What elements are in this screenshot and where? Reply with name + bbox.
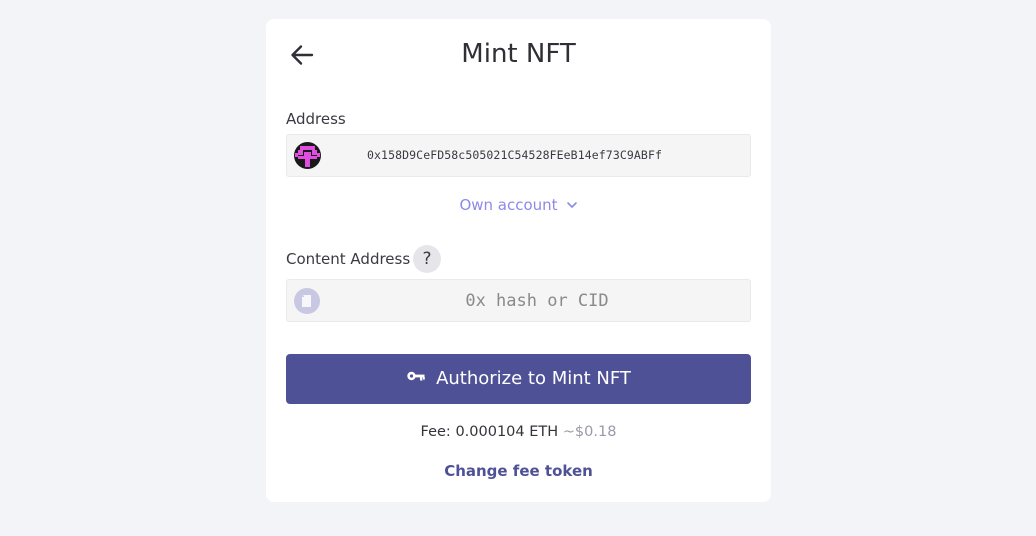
address-label: Address [286, 110, 346, 128]
own-account-label: Own account [459, 196, 558, 214]
authorize-mint-button[interactable]: Authorize to Mint NFT [286, 354, 751, 404]
fee-amount: 0.000104 ETH [455, 424, 559, 440]
content-address-label: Content Address [286, 250, 411, 268]
fee-label: Fee: [420, 424, 451, 440]
address-value: 0x158D9CeFD58c505021C54528FEeB14ef73C9AB… [367, 148, 662, 162]
mint-nft-card: Mint NFT Address 0x158D9CeFD58c505021C54… [266, 19, 771, 502]
chevron-down-icon [566, 196, 578, 216]
authorize-label: Authorize to Mint NFT [436, 368, 631, 389]
key-icon [406, 353, 426, 403]
document-icon [294, 288, 320, 314]
change-fee-token-link[interactable]: Change fee token [266, 461, 771, 481]
content-address-field [286, 279, 751, 322]
content-address-input[interactable] [327, 280, 747, 321]
fee-usd: ~$0.18 [562, 424, 617, 440]
help-icon[interactable]: ? [413, 245, 441, 273]
own-account-dropdown[interactable]: Own account [266, 195, 771, 216]
page-title: Mint NFT [461, 39, 576, 69]
address-field: 0x158D9CeFD58c505021C54528FEeB14ef73C9AB… [286, 134, 751, 177]
identicon-avatar [294, 142, 321, 169]
fee-line: Fee: 0.000104 ETH ~$0.18 [266, 422, 771, 442]
